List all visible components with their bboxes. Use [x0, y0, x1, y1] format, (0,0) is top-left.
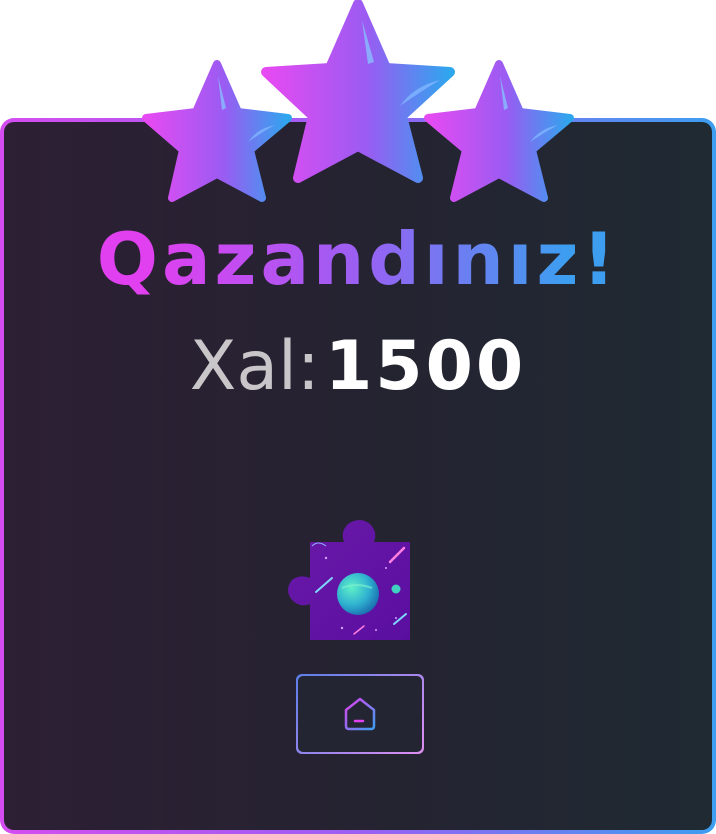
- star-icon: [424, 60, 574, 202]
- home-icon: [344, 697, 376, 731]
- win-title-text: Qazandınız!: [97, 217, 619, 301]
- win-title: Qazandınız!: [0, 212, 716, 302]
- space-planet-puzzle-piece-icon: [288, 520, 410, 640]
- home-button-inner[interactable]: [298, 676, 422, 752]
- score-label: Xal:: [189, 327, 320, 406]
- star-icon: [142, 60, 292, 202]
- stars-rating: [142, 0, 574, 202]
- score-value: 1500: [324, 327, 527, 406]
- score-line: Xal: 1500: [0, 322, 716, 429]
- star-icon: [261, 0, 455, 183]
- home-button[interactable]: [296, 674, 424, 754]
